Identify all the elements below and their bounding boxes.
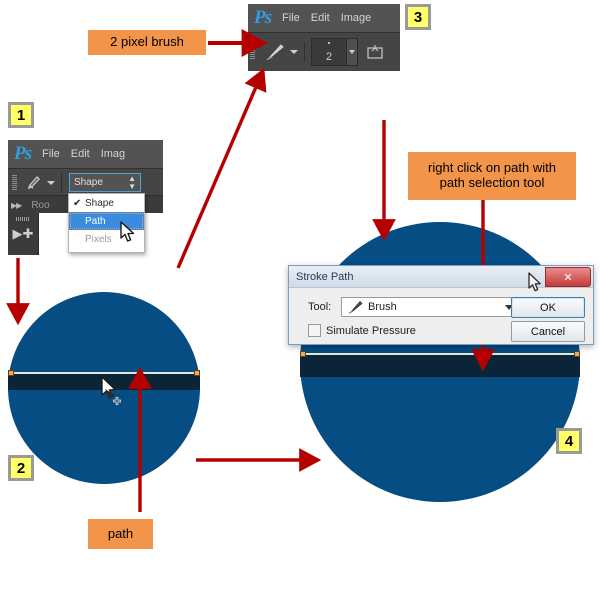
brush-size-field[interactable]: 2: [311, 38, 347, 66]
simulate-pressure-row[interactable]: Simulate Pressure: [308, 324, 416, 337]
ps3-menu-bar: Ps File Edit Image: [248, 4, 400, 32]
arrow-path-to-brush: [176, 67, 267, 269]
photoshop-window-brush: Ps File Edit Image 2: [248, 4, 400, 71]
step-badge-2: 2: [8, 455, 34, 481]
options-bar-grip[interactable]: [12, 174, 17, 191]
left-circle-path-line[interactable]: [8, 372, 200, 374]
shape-mode-value: Shape: [74, 177, 103, 188]
mouse-pointer-cursor-icon: [120, 221, 135, 242]
right-circle-dark-band: [300, 355, 580, 377]
pen-tool-dropdown-caret-icon[interactable]: [47, 180, 55, 185]
options-separator: [61, 172, 62, 193]
callout-right-click-line2: path selection tool: [439, 175, 545, 190]
brush-size-value: 2: [325, 51, 333, 63]
dropdown-option-pixels-label: Pixels: [85, 233, 112, 245]
pen-tool-icon[interactable]: [24, 174, 42, 192]
pen-tool-cursor-icon: [101, 375, 121, 405]
ok-button[interactable]: OK: [511, 297, 585, 318]
step-badge-4: 4: [556, 428, 582, 454]
photoshop-logo-icon-3: Ps: [254, 7, 272, 28]
menu-item-edit-3[interactable]: Edit: [311, 12, 330, 24]
photoshop-logo-icon: Ps: [14, 143, 32, 164]
menu-item-image-3[interactable]: Image: [341, 12, 372, 24]
move-tool-icon[interactable]: ▶✚: [8, 226, 38, 242]
checkmark-icon: ✔: [73, 197, 82, 209]
tool-select-value: Brush: [368, 301, 397, 313]
brush-size-dropdown-arrow[interactable]: [347, 38, 358, 66]
callout-path: path: [88, 519, 153, 549]
document-tab-label[interactable]: Roo: [31, 200, 49, 211]
brush-size-preview-dot-icon: [328, 42, 330, 44]
dropdown-option-shape-label: Shape: [85, 197, 114, 209]
step-badge-1: 1: [8, 102, 34, 128]
right-path-anchor-right[interactable]: [574, 351, 580, 357]
brush-tool-icon[interactable]: [263, 42, 285, 62]
ps1-menu-bar: Ps File Edit Imag: [8, 140, 163, 168]
dialog-body: Tool: Brush Simulate Pressure OK Cancel: [289, 288, 593, 343]
tools-panel-grip[interactable]: [16, 217, 30, 221]
callout-2-pixel-brush: 2 pixel brush: [88, 30, 206, 55]
menu-item-image[interactable]: Imag: [101, 148, 125, 160]
menu-item-file[interactable]: File: [42, 148, 60, 160]
options-separator-3: [304, 42, 305, 62]
stroke-path-dialog: Stroke Path ✕ Tool: Brush Simulate Press…: [288, 265, 594, 345]
shape-mode-spinner-icon: ▲ ▼: [128, 173, 136, 191]
panel-expand-icon[interactable]: ▶▶: [11, 201, 22, 210]
right-path-anchor-left[interactable]: [300, 351, 306, 357]
brush-panel-icon[interactable]: [366, 44, 384, 60]
callout-right-click-line1: right click on path with: [428, 160, 556, 176]
ps1-tools-panel: ▶✚: [8, 213, 39, 255]
tutorial-canvas: Ps File Edit Imag Shape ▲ ▼ ▶▶ Roo ▶✚ ✔ …: [0, 0, 600, 600]
ps1-options-bar: Shape ▲ ▼: [8, 168, 163, 196]
path-anchor-point-left[interactable]: [8, 370, 14, 376]
brush-preset-caret-icon[interactable]: [290, 50, 298, 54]
dialog-title-text: Stroke Path: [296, 270, 354, 283]
dialog-title-bar[interactable]: Stroke Path ✕: [289, 266, 593, 288]
step-badge-3: 3: [405, 4, 431, 30]
menu-item-edit[interactable]: Edit: [71, 148, 90, 160]
cancel-button[interactable]: Cancel: [511, 321, 585, 342]
ps3-options-bar: 2: [248, 32, 400, 71]
path-anchor-point-right[interactable]: [194, 370, 200, 376]
simulate-pressure-checkbox[interactable]: [308, 324, 321, 337]
menu-item-file-3[interactable]: File: [282, 12, 300, 24]
dropdown-option-shape[interactable]: ✔ Shape: [69, 194, 144, 212]
shape-mode-combo[interactable]: Shape ▲ ▼: [69, 173, 141, 192]
tool-label: Tool:: [308, 301, 332, 313]
callout-right-click-path: right click on path with path selection …: [408, 152, 576, 200]
tool-select[interactable]: Brush: [341, 297, 519, 317]
dropdown-option-path-label: Path: [85, 215, 106, 227]
options-bar-grip-3[interactable]: [250, 44, 255, 60]
dialog-close-button[interactable]: ✕: [545, 267, 591, 287]
mouse-pointer-cursor-dialog-icon: [528, 272, 541, 292]
simulate-pressure-label: Simulate Pressure: [326, 324, 416, 337]
right-circle-path-line[interactable]: [300, 353, 580, 355]
brush-icon: [348, 300, 363, 314]
